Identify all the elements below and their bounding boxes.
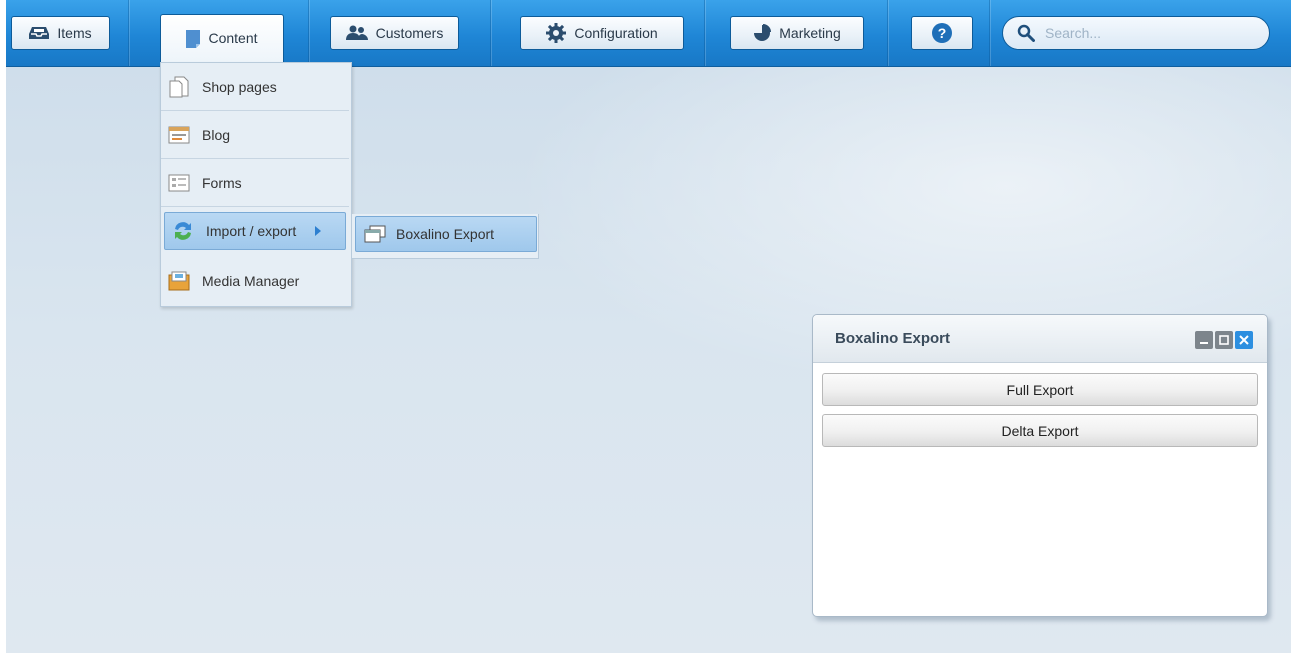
form-icon [168, 174, 190, 192]
menubar-separator [989, 0, 990, 66]
users-icon [345, 25, 368, 41]
nav-content-label: Content [208, 30, 258, 46]
minimize-button[interactable] [1195, 331, 1213, 349]
close-icon [1239, 335, 1249, 345]
submenu-item-label: Boxalino Export [396, 226, 495, 242]
help-icon: ? [932, 23, 952, 43]
menu-item-forms[interactable]: Forms [161, 159, 349, 207]
import-export-icon [172, 221, 194, 241]
window-controls [1195, 331, 1253, 349]
pie-chart-icon [753, 24, 772, 42]
help-symbol: ? [937, 25, 947, 41]
search-box[interactable] [1002, 16, 1270, 50]
nav-items-button[interactable]: Items [11, 16, 110, 50]
nav-configuration-label: Configuration [574, 25, 658, 41]
media-manager-icon [168, 271, 190, 291]
minimize-icon [1199, 335, 1209, 345]
full-export-label: Full Export [1006, 381, 1074, 398]
document-icon [186, 30, 201, 48]
blog-icon [168, 126, 190, 144]
close-button[interactable] [1235, 331, 1253, 349]
boxalino-export-window: Boxalino Export Full Export Delta Export [812, 314, 1268, 617]
windows-icon [364, 225, 386, 243]
maximize-icon [1219, 335, 1229, 345]
nav-items-label: Items [57, 25, 92, 41]
nav-customers-button[interactable]: Customers [330, 16, 459, 50]
menu-item-label: Media Manager [202, 273, 300, 289]
nav-marketing-button[interactable]: Marketing [730, 16, 864, 50]
search-icon [1017, 24, 1035, 42]
menu-item-label: Blog [202, 126, 231, 143]
nav-content-button[interactable]: Content [160, 14, 284, 64]
nav-configuration-button[interactable]: Configuration [520, 16, 684, 50]
help-button[interactable]: ? [911, 16, 973, 50]
nav-customers-label: Customers [375, 25, 444, 41]
page-icon [168, 76, 190, 98]
menu-item-label: Shop pages [202, 78, 277, 95]
menubar-separator [704, 0, 705, 66]
menu-item-shop-pages[interactable]: Shop pages [161, 63, 349, 111]
full-export-button[interactable]: Full Export [822, 373, 1258, 406]
delta-export-label: Delta Export [1001, 422, 1079, 439]
menu-item-import-export[interactable]: Import / export [164, 212, 346, 250]
menu-item-label: Import / export [206, 223, 297, 239]
import-export-submenu: Boxalino Export [351, 214, 539, 259]
window-title: Boxalino Export [835, 330, 951, 347]
content-dropdown-menu: Shop pages Blog Forms Import / export Me… [160, 62, 352, 307]
inbox-icon [29, 25, 50, 41]
menubar-separator [308, 0, 309, 66]
search-input[interactable] [1043, 24, 1247, 42]
menu-item-media-manager[interactable]: Media Manager [161, 257, 349, 305]
submenu-item-boxalino-export[interactable]: Boxalino Export [355, 216, 537, 252]
menu-item-blog[interactable]: Blog [161, 111, 349, 159]
window-header[interactable]: Boxalino Export [813, 315, 1267, 363]
submenu-arrow-icon [314, 225, 322, 237]
menubar-separator [887, 0, 888, 66]
menubar-separator [128, 0, 129, 66]
gear-icon [546, 23, 567, 43]
nav-marketing-label: Marketing [779, 25, 841, 41]
menu-item-label: Forms [202, 174, 242, 191]
delta-export-button[interactable]: Delta Export [822, 414, 1258, 447]
menubar-separator [490, 0, 491, 66]
maximize-button[interactable] [1215, 331, 1233, 349]
